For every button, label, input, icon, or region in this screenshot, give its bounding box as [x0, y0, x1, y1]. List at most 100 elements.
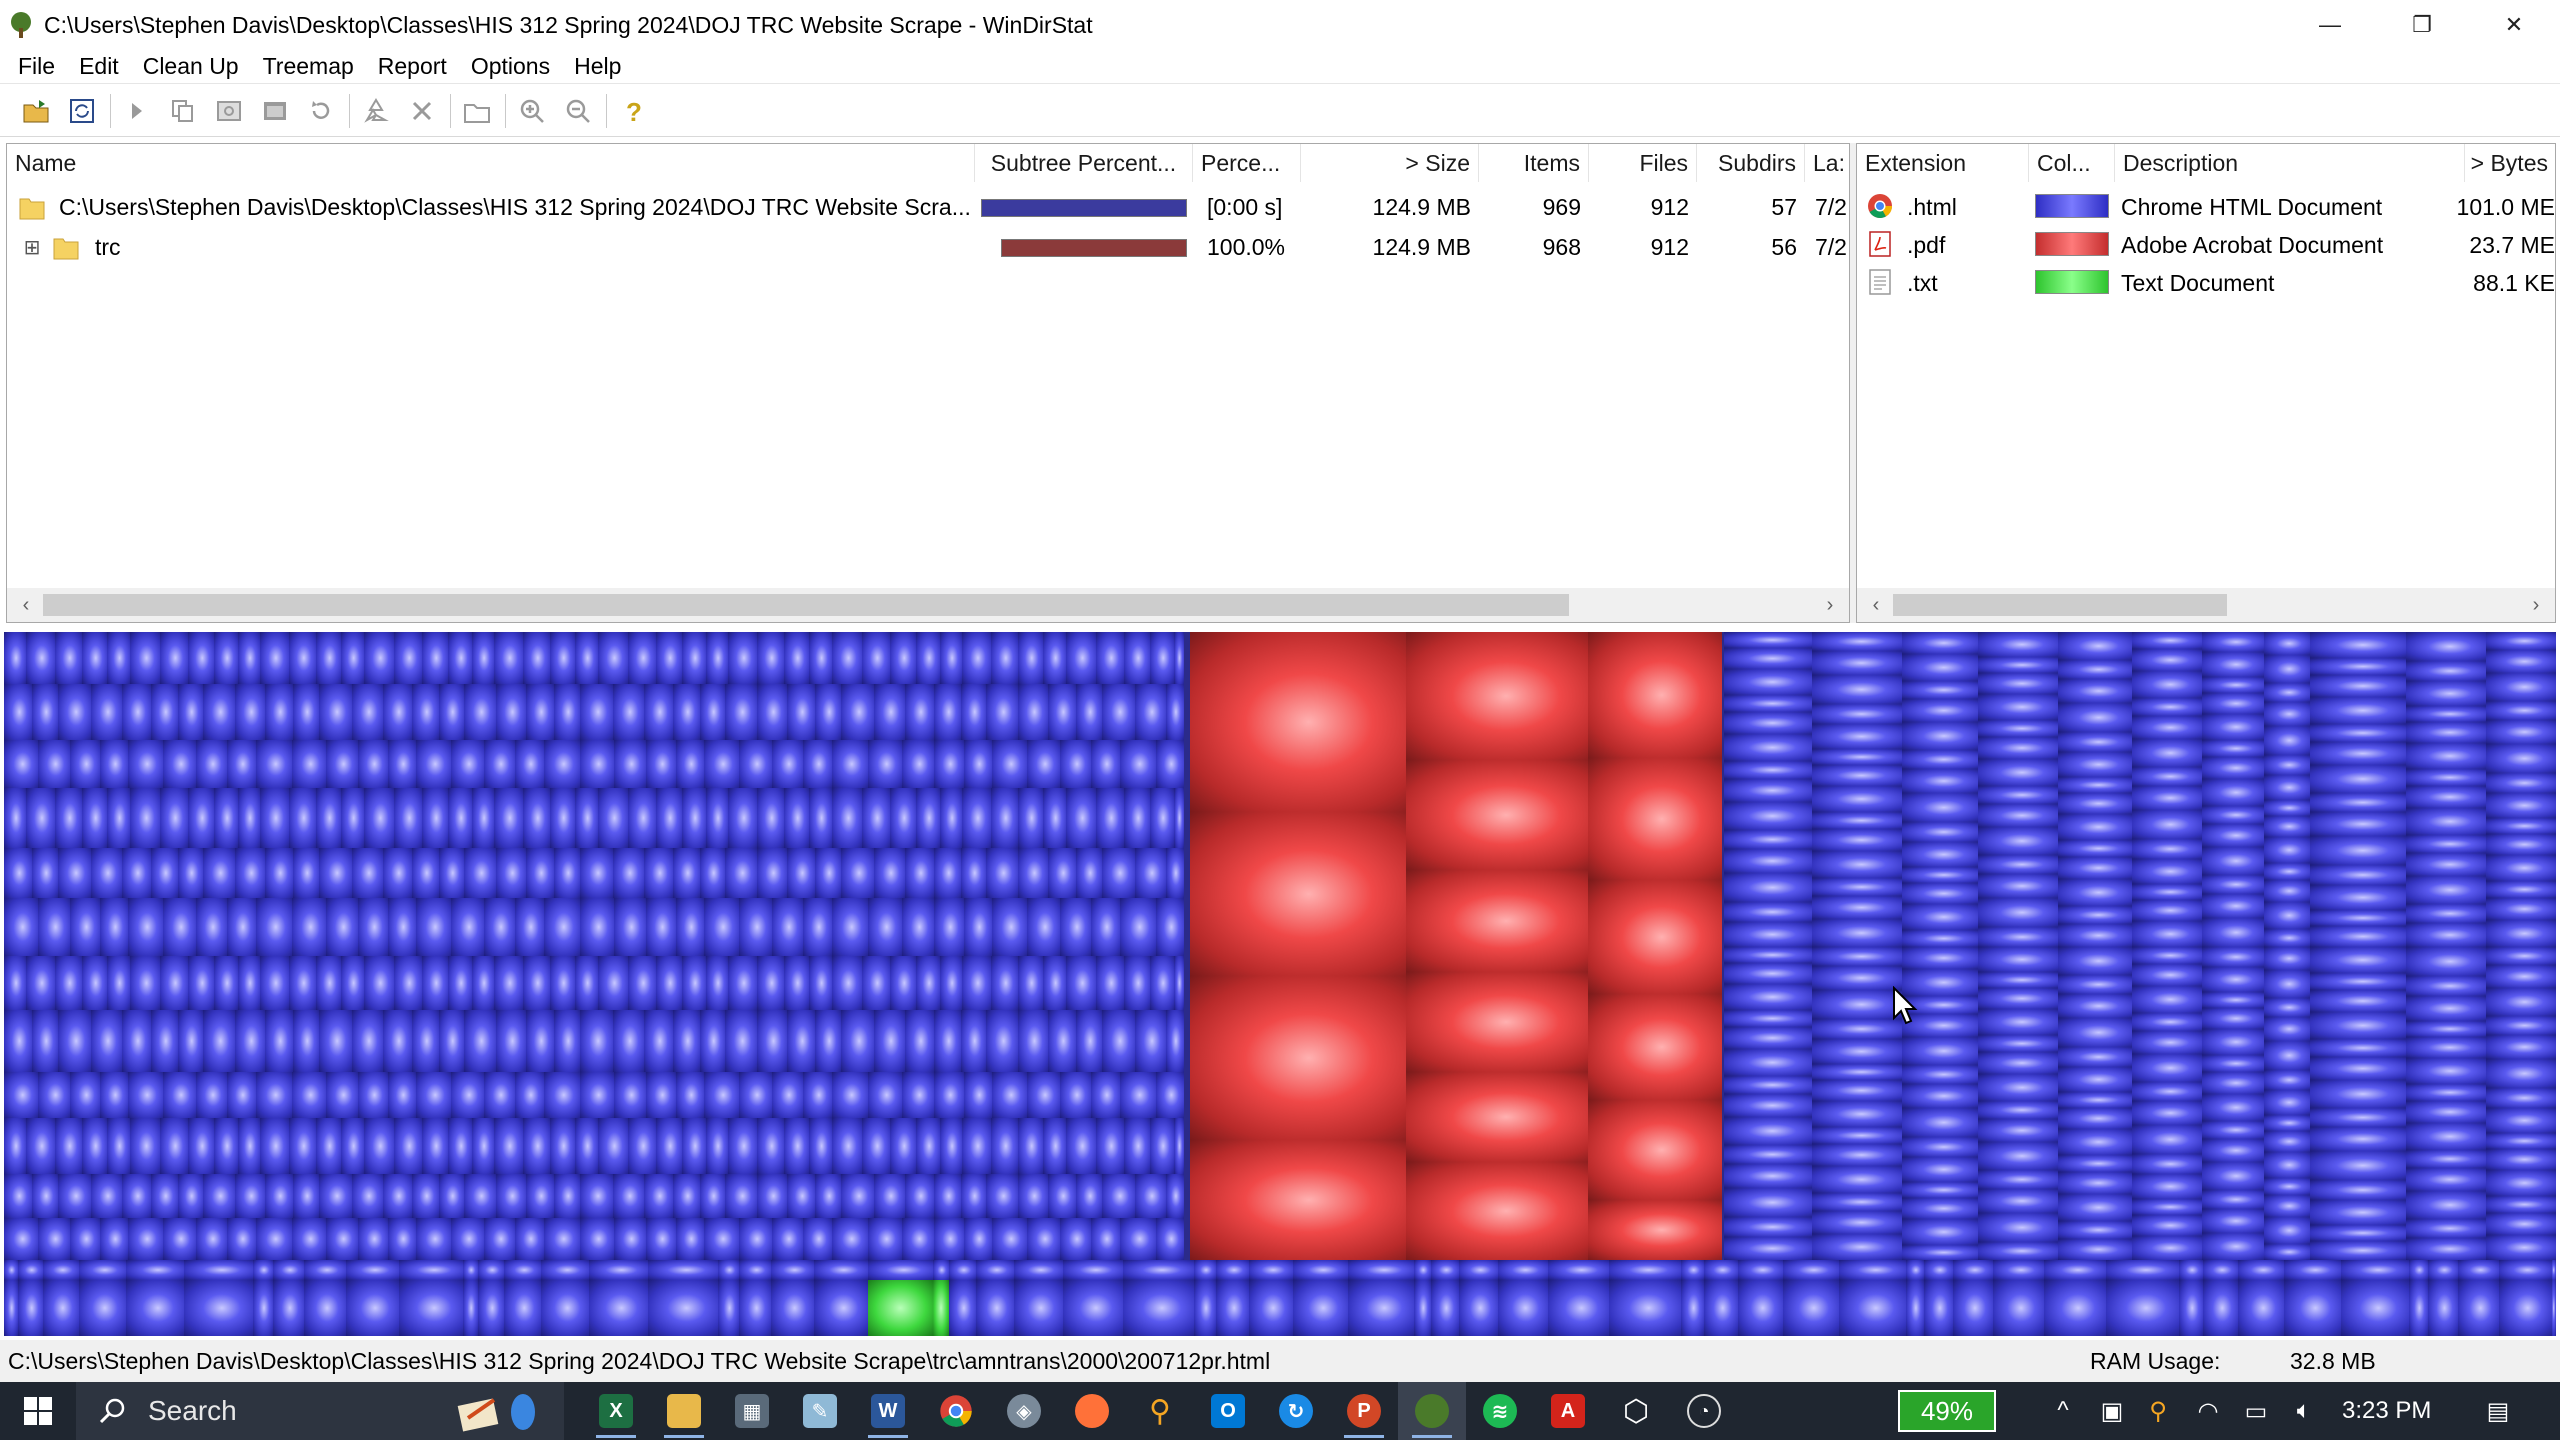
- treemap-tile[interactable]: [494, 788, 523, 848]
- treemap-tile[interactable]: [841, 684, 874, 740]
- treemap-tile[interactable]: [178, 848, 203, 898]
- treemap-tile[interactable]: [130, 632, 160, 684]
- treemap-tile[interactable]: [1906, 1280, 1924, 1336]
- treemap-tile[interactable]: [580, 684, 613, 740]
- treemap-tile[interactable]: [962, 632, 991, 684]
- treemap-tile[interactable]: [2486, 855, 2556, 881]
- treemap-tile[interactable]: [58, 848, 91, 898]
- treemap-tile[interactable]: [1953, 1260, 1993, 1280]
- taskbar-search-app-icon[interactable]: ⚲: [1126, 1382, 1194, 1440]
- treemap-tile[interactable]: [1724, 1237, 1812, 1260]
- treemap-tile[interactable]: [128, 1218, 163, 1260]
- treemap-tile[interactable]: [1027, 898, 1060, 956]
- treemap-tile[interactable]: [2202, 693, 2264, 714]
- treemap-tile[interactable]: [1978, 1142, 2058, 1170]
- treemap-tile[interactable]: [26, 1118, 55, 1174]
- treemap-tile[interactable]: [1906, 1260, 1924, 1280]
- treemap-tile[interactable]: [1724, 1117, 1812, 1145]
- treemap-tile[interactable]: [814, 1260, 868, 1280]
- treemap-tile[interactable]: [868, 740, 902, 788]
- treemap-tile[interactable]: [2499, 1260, 2551, 1280]
- treemap-tile[interactable]: [2202, 1209, 2264, 1233]
- treemap-tile[interactable]: [526, 684, 554, 740]
- treemap-tile[interactable]: [832, 632, 862, 684]
- column-header-files[interactable]: Files: [1589, 144, 1697, 182]
- treemap-tile[interactable]: [1018, 632, 1043, 684]
- treemap-tile[interactable]: [1724, 669, 1812, 695]
- treemap-tile[interactable]: [160, 788, 188, 848]
- tray-chevron-icon[interactable]: ^: [2048, 1382, 2078, 1440]
- treemap-tile[interactable]: [1048, 1174, 1076, 1218]
- treemap-tile[interactable]: [613, 848, 644, 898]
- treemap-tile[interactable]: [1812, 896, 1902, 919]
- taskbar-word-icon[interactable]: W: [854, 1382, 922, 1440]
- treemap-tile[interactable]: [2406, 1168, 2486, 1191]
- copy-icon[interactable]: [163, 91, 203, 131]
- treemap-tile[interactable]: [933, 1260, 949, 1280]
- treemap-tile[interactable]: [1812, 651, 1902, 675]
- treemap-tile[interactable]: [2132, 1125, 2202, 1154]
- battery-icon[interactable]: ▭: [2238, 1382, 2274, 1440]
- treemap-tile[interactable]: [448, 1118, 472, 1174]
- treemap-tile[interactable]: [682, 1118, 706, 1174]
- treemap-tile[interactable]: [515, 1072, 544, 1118]
- treemap-tile[interactable]: [260, 956, 289, 1010]
- treemap-tile[interactable]: [126, 1260, 184, 1280]
- list-item[interactable]: .html Chrome HTML Document 101.0 ME: [1857, 188, 2555, 224]
- treemap-tile[interactable]: [2058, 1129, 2132, 1155]
- treemap-tile[interactable]: [1812, 675, 1902, 704]
- treemap-tile[interactable]: [809, 632, 832, 684]
- treemap-tile[interactable]: [700, 848, 725, 898]
- treemap-tile[interactable]: [728, 956, 757, 1010]
- treemap-tile[interactable]: [2310, 836, 2406, 865]
- treemap-tile[interactable]: [1978, 988, 2058, 1009]
- treemap-tile[interactable]: [1902, 1182, 1978, 1198]
- taskbar-outlook-icon[interactable]: O: [1194, 1382, 1262, 1440]
- treemap-tile[interactable]: [728, 1118, 757, 1174]
- treemap-tile[interactable]: [227, 740, 256, 788]
- treemap-tile[interactable]: [523, 632, 550, 684]
- treemap-tile[interactable]: [2310, 865, 2406, 885]
- treemap-tile[interactable]: [580, 1072, 614, 1118]
- treemap-tile[interactable]: [2310, 1151, 2406, 1180]
- treemap-tile[interactable]: [464, 1010, 496, 1072]
- treemap-tile[interactable]: [1902, 681, 1978, 699]
- treemap-tile[interactable]: [2486, 834, 2556, 855]
- treemap-tile[interactable]: [122, 1174, 151, 1218]
- refresh-icon[interactable]: [62, 91, 102, 131]
- play-icon[interactable]: [117, 91, 157, 131]
- treemap-tile[interactable]: [214, 956, 238, 1010]
- treemap-tile[interactable]: [484, 1072, 515, 1118]
- treemap-tile[interactable]: [515, 1218, 544, 1260]
- treemap-tile[interactable]: [235, 848, 265, 898]
- treemap-tile[interactable]: [725, 684, 757, 740]
- treemap-tile[interactable]: [2132, 786, 2202, 810]
- treemap-tile[interactable]: [2406, 1123, 2486, 1150]
- treemap-tile[interactable]: [2238, 1280, 2284, 1336]
- treemap-tile[interactable]: [2132, 1154, 2202, 1174]
- treemap-tile[interactable]: [1704, 1280, 1738, 1336]
- treemap-tile[interactable]: [58, 1174, 91, 1218]
- treemap-tile[interactable]: [933, 1280, 949, 1336]
- treemap-tile[interactable]: [2132, 1236, 2202, 1260]
- taskbar-acrobat-icon[interactable]: A: [1534, 1382, 1602, 1440]
- treemap-tile[interactable]: [43, 1280, 79, 1336]
- treemap-tile[interactable]: [2486, 1196, 2556, 1213]
- treemap-tile[interactable]: [448, 956, 472, 1010]
- treemap-tile[interactable]: [326, 1218, 358, 1260]
- treemap-tile[interactable]: [2264, 800, 2310, 816]
- treemap-tile[interactable]: [2132, 632, 2202, 649]
- treemap-tile[interactable]: [1194, 1280, 1216, 1336]
- treemap-tile[interactable]: [2202, 1094, 2264, 1121]
- treemap-tile[interactable]: [1609, 1260, 1681, 1280]
- treemap-tile[interactable]: [416, 898, 451, 956]
- treemap-tile[interactable]: [184, 1260, 253, 1280]
- treemap-tile[interactable]: [326, 898, 358, 956]
- treemap-tile[interactable]: [1091, 898, 1120, 956]
- treemap-tile[interactable]: [1102, 684, 1135, 740]
- treemap-tile[interactable]: [1902, 632, 1978, 654]
- treemap-tile[interactable]: [515, 898, 544, 956]
- treemap-tile[interactable]: [1076, 848, 1102, 898]
- treemap-tile[interactable]: [2310, 990, 2406, 1012]
- treemap-tile[interactable]: [2264, 947, 2310, 970]
